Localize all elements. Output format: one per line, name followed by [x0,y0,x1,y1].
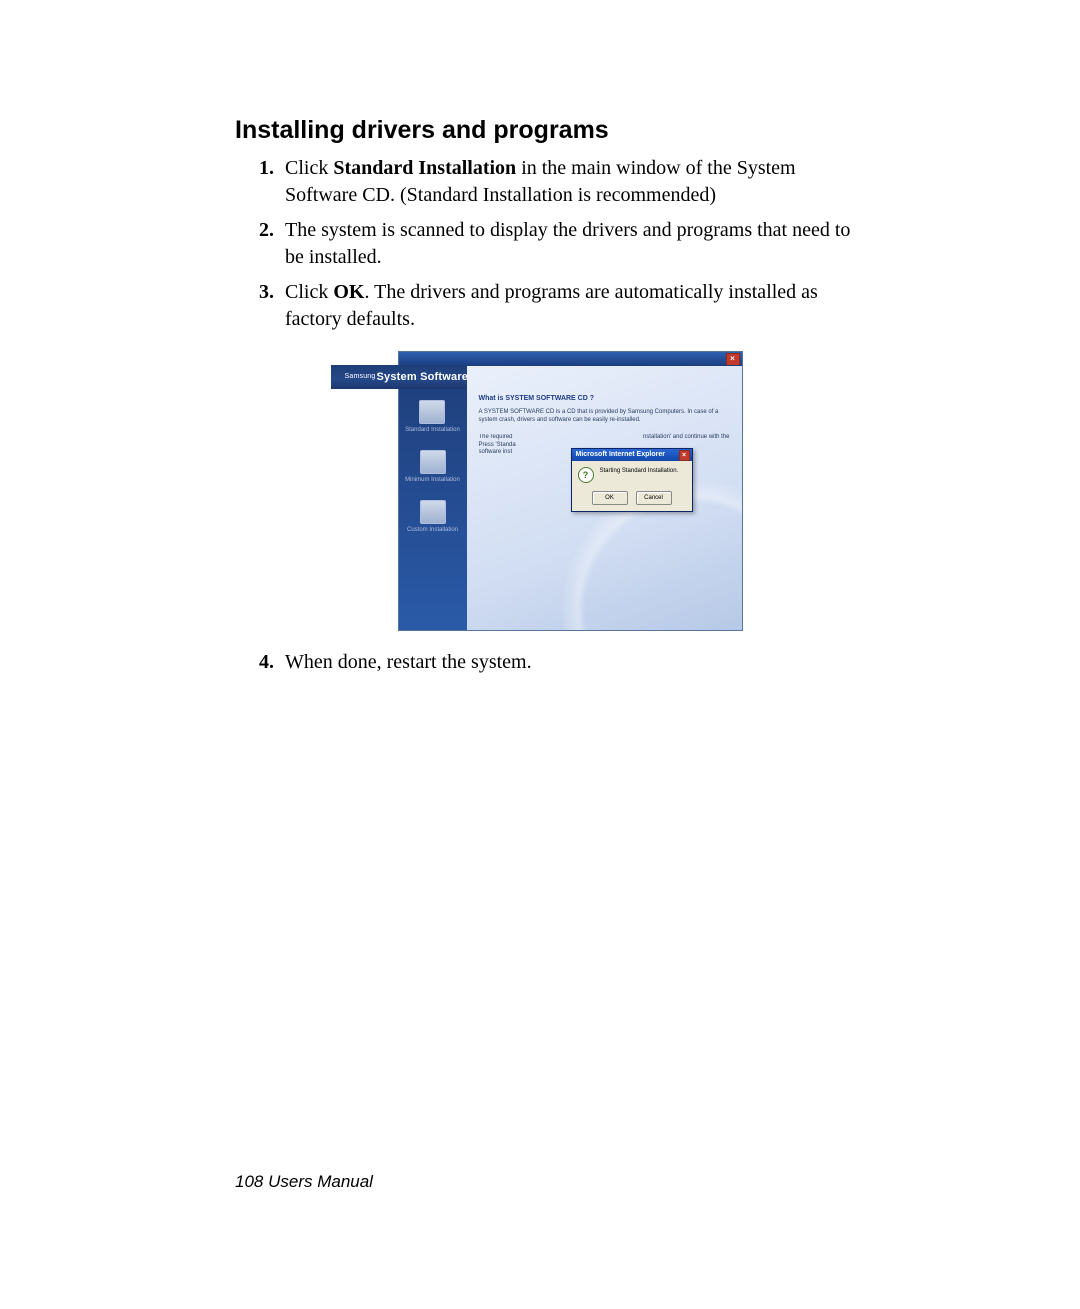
dialog-titlebar: Microsoft Internet Explorer × [572,449,692,461]
sidebar-item-label: Custom Installation [407,527,458,534]
sidebar-item-standard-installation[interactable]: Standard Installation [405,400,460,434]
app-main-pane: What is SYSTEM SOFTWARE CD ? A SYSTEM SO… [467,366,742,630]
step-3: Click OK. The drivers and programs are a… [279,279,855,631]
sidebar-item-label: Minimum Installation [405,477,460,484]
dialog-message: Starting Standard Installation. [600,467,679,475]
sidebar-item-minimum-installation[interactable]: Minimum Installation [405,450,460,484]
pane-description: A SYSTEM SOFTWARE CD is a CD that is pro… [479,409,730,424]
dialog-close-button[interactable]: × [679,450,690,461]
step-3-prefix: Click [285,281,333,303]
confirm-dialog: Microsoft Internet Explorer × ? Starting… [571,448,693,512]
step-1-bold: Standard Installation [333,157,516,179]
page-footer: 108 Users Manual [235,1172,373,1192]
dialog-title-text: Microsoft Internet Explorer [576,450,665,459]
dialog-body: ? Starting Standard Installation. [572,461,692,491]
pane-subtext-left: The required Press 'Standa software inst [479,434,519,457]
cancel-button[interactable]: Cancel [636,491,672,505]
step-2: The system is scanned to display the dri… [279,217,855,271]
window-close-button[interactable]: × [726,353,740,366]
standard-install-icon [419,400,445,424]
minimum-install-icon [420,450,446,474]
app-titlebar: × [399,352,742,366]
brand-small: Samsung [345,372,376,381]
pane-heading: What is SYSTEM SOFTWARE CD ? [479,394,730,403]
sidebar-item-custom-installation[interactable]: Custom Installation [407,500,458,534]
step-3-suffix: . The drivers and programs are automatic… [285,281,818,330]
step-1: Click Standard Installation in the main … [279,155,855,209]
app-window: × Samsung System Software CD Standard In… [398,351,743,631]
question-icon: ? [578,467,594,483]
step-4: When done, restart the system. [279,649,855,676]
dialog-button-row: OK Cancel [572,491,692,511]
ok-button[interactable]: OK [592,491,628,505]
step-1-prefix: Click [285,157,333,179]
instruction-list: Click Standard Installation in the main … [235,155,855,676]
custom-install-icon [420,500,446,524]
app-sidebar: Standard Installation Minimum Installati… [399,366,467,630]
section-heading: Installing drivers and programs [235,116,855,145]
step-3-bold: OK [333,281,364,303]
sidebar-item-label: Standard Installation [405,427,460,434]
